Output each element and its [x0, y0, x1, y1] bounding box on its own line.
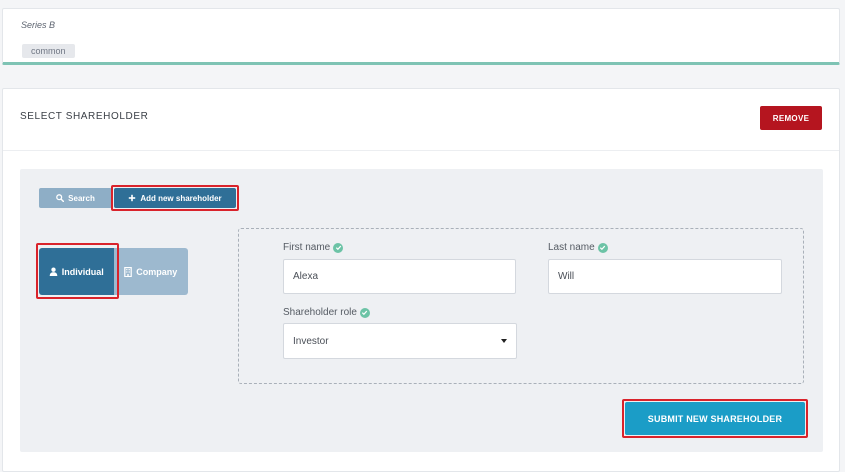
remove-button[interactable]: REMOVE: [760, 106, 822, 130]
last-name-label: Last name: [548, 242, 595, 253]
series-card: Series B common: [2, 8, 840, 65]
card-title: SELECT SHAREHOLDER: [20, 111, 149, 122]
individual-label: Individual: [61, 266, 104, 277]
last-name-label-row: Last name: [548, 242, 608, 253]
add-new-shareholder-button[interactable]: Add new shareholder: [114, 188, 236, 208]
building-icon: [124, 266, 133, 277]
role-label-row: Shareholder role: [283, 307, 370, 318]
check-circle-icon: [333, 242, 344, 253]
submit-new-shareholder-button[interactable]: SUBMIT NEW SHAREHOLDER: [625, 402, 805, 435]
select-shareholder-card: SELECT SHAREHOLDER REMOVE Search Add new…: [2, 88, 840, 472]
shareholder-form: First name Last name Shareholder role: [238, 228, 804, 384]
last-name-input[interactable]: [548, 259, 782, 294]
card-header: SELECT SHAREHOLDER REMOVE: [3, 89, 839, 151]
search-icon: [56, 194, 65, 202]
caret-down-icon: [501, 339, 507, 343]
role-selected-value: Investor: [293, 335, 329, 347]
shareholder-role-select[interactable]: Investor: [283, 323, 517, 359]
plus-icon: [129, 194, 136, 202]
first-name-input[interactable]: [283, 259, 516, 294]
shareholder-type-toggle: Individual Company: [39, 248, 188, 295]
search-label: Search: [68, 193, 95, 203]
first-name-label: First name: [283, 242, 331, 253]
check-circle-icon: [359, 307, 370, 318]
first-name-label-row: First name: [283, 242, 344, 253]
share-class-badge: common: [22, 44, 75, 58]
shareholder-panel: Search Add new shareholder Individual Co…: [20, 169, 823, 452]
user-icon: [49, 267, 58, 276]
series-name: Series B: [21, 20, 56, 30]
individual-option[interactable]: Individual: [39, 248, 114, 295]
check-circle-icon: [597, 242, 608, 253]
search-button[interactable]: Search: [39, 188, 112, 208]
role-label: Shareholder role: [283, 307, 357, 318]
company-option[interactable]: Company: [113, 248, 188, 295]
add-label: Add new shareholder: [140, 193, 222, 203]
company-label: Company: [136, 266, 178, 277]
